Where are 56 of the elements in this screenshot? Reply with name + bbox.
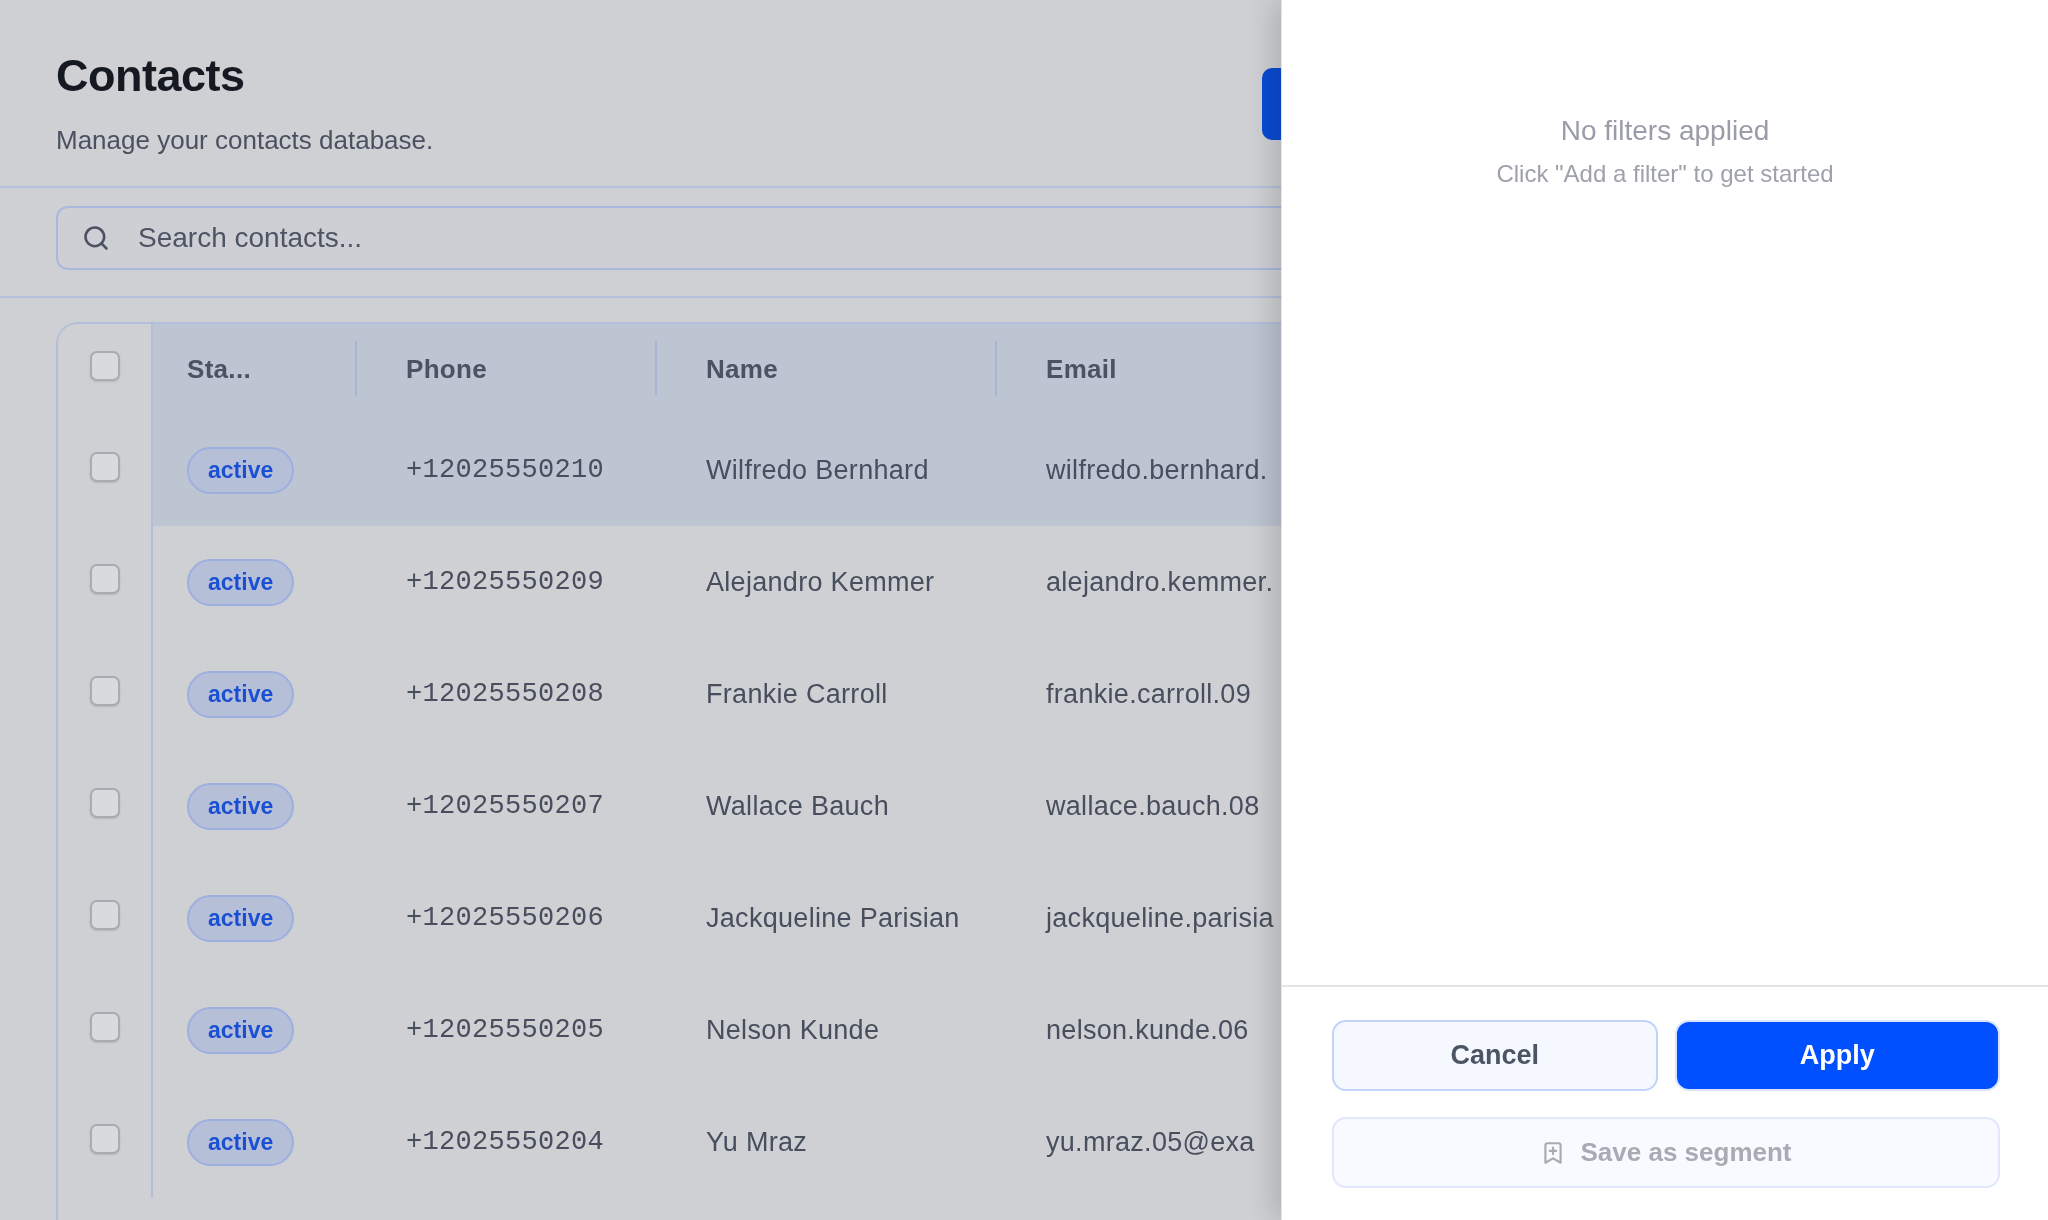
row-checkbox[interactable] bbox=[89, 788, 120, 818]
apply-button[interactable]: Apply bbox=[1674, 1020, 2000, 1091]
email-address: yu.mraz.05@exa bbox=[1046, 1126, 1255, 1158]
contact-name: Yu Mraz bbox=[706, 1126, 808, 1158]
table-row[interactable]: active +12025550209 Alejandro Kemmer alejandro.kemmer. bbox=[58, 526, 1281, 638]
email-address: alejandro.kemmer. bbox=[1046, 566, 1274, 598]
empty-state-hint: Click "Add a filter" to get started bbox=[1496, 160, 1834, 188]
table-row[interactable]: active +12025550210 Wilfredo Bernhard wilfredo.bernhard. bbox=[58, 414, 1281, 526]
email-address: wallace.bauch.08 bbox=[1046, 790, 1260, 822]
row-checkbox[interactable] bbox=[89, 452, 120, 482]
row-checkbox[interactable] bbox=[89, 564, 120, 594]
phone-number: +12025550204 bbox=[406, 1127, 605, 1157]
phone-number: +12025550205 bbox=[406, 1015, 605, 1045]
table-row[interactable]: active +12025550207 Wallace Bauch wallace.bauch.08 bbox=[58, 750, 1281, 862]
column-header[interactable]: Email bbox=[1046, 353, 1117, 385]
table-row[interactable]: active +12025550206 Jackqueline Parisian jackqueline.parisia bbox=[58, 862, 1281, 974]
email-address: frankie.carroll.09 bbox=[1046, 678, 1251, 710]
table-row[interactable]: active +12025550204 Yu Mraz yu.mraz.05@exa bbox=[58, 1086, 1281, 1198]
table-row[interactable]: active +12025550205 Nelson Kunde nelson.kunde.06 bbox=[58, 974, 1281, 1086]
row-checkbox[interactable] bbox=[89, 1124, 120, 1154]
row-checkbox[interactable] bbox=[89, 1012, 120, 1042]
row-checkbox[interactable] bbox=[89, 900, 120, 930]
email-address: jackqueline.parisia bbox=[1046, 902, 1274, 934]
status-badge: active bbox=[187, 782, 295, 830]
column-header[interactable]: Name bbox=[706, 353, 778, 385]
status-badge: active bbox=[187, 894, 295, 942]
contact-name: Wallace Bauch bbox=[706, 790, 889, 822]
phone-number: +12025550208 bbox=[406, 679, 605, 709]
select-all-checkbox[interactable] bbox=[89, 351, 120, 381]
status-badge: active bbox=[187, 558, 295, 606]
contact-name: Alejandro Kemmer bbox=[706, 566, 935, 598]
phone-number: +12025550209 bbox=[406, 567, 605, 597]
phone-number: +12025550207 bbox=[406, 791, 605, 821]
contact-name: Wilfredo Bernhard bbox=[706, 454, 929, 486]
contact-name: Nelson Kunde bbox=[706, 1014, 880, 1046]
status-badge: active bbox=[187, 1118, 295, 1166]
search-icon bbox=[82, 224, 110, 252]
column-header[interactable]: Sta... bbox=[187, 353, 251, 385]
search-field[interactable]: Search contacts... bbox=[56, 206, 1281, 270]
phone-number: +12025550210 bbox=[406, 455, 605, 485]
email-address: nelson.kunde.06 bbox=[1046, 1014, 1249, 1046]
phone-number: +12025550206 bbox=[406, 903, 605, 933]
primary-action-button[interactable] bbox=[1262, 68, 1281, 140]
email-address: wilfredo.bernhard. bbox=[1046, 454, 1268, 486]
empty-state-title: No filters applied bbox=[1560, 114, 1770, 148]
row-checkbox[interactable] bbox=[89, 676, 120, 706]
page-title: Contacts bbox=[56, 50, 246, 102]
status-badge: active bbox=[187, 1006, 295, 1054]
page-subtitle: Manage your contacts database. bbox=[56, 124, 434, 157]
table-row[interactable]: active +12025550208 Frankie Carroll frankie.carroll.09 bbox=[58, 638, 1281, 750]
contact-name: Frankie Carroll bbox=[706, 678, 888, 710]
contact-name: Jackqueline Parisian bbox=[706, 902, 960, 934]
status-badge: active bbox=[187, 670, 295, 718]
cancel-button[interactable]: Cancel bbox=[1332, 1020, 1658, 1091]
status-badge: active bbox=[187, 446, 295, 494]
column-header[interactable]: Phone bbox=[406, 353, 487, 385]
